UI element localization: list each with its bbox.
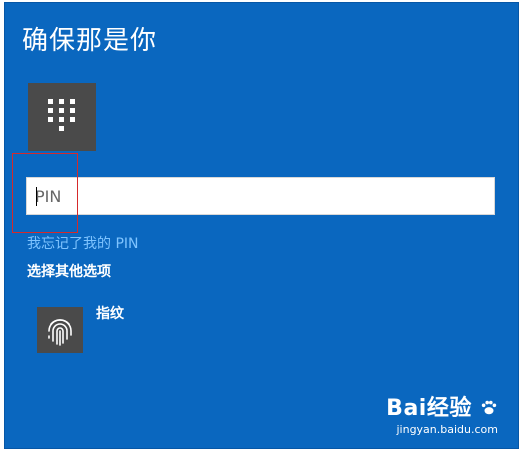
baidu-jingyan-logo: Bai经验 <box>386 390 498 422</box>
dialog-title: 确保那是你 <box>22 26 158 56</box>
baidu-jingyan-url: jingyan.baidu.com <box>396 423 498 436</box>
pin-input[interactable] <box>35 184 475 208</box>
verify-identity-dialog: 确保那是你 我忘记了我的 PIN 选择其他选项 指纹 Bai经验 jingyan… <box>4 2 519 449</box>
other-options-link[interactable]: 选择其他选项 <box>27 261 111 281</box>
baidu-watermark: Bai经验 jingyan.baidu.com <box>386 390 498 436</box>
fingerprint-icon <box>48 319 72 346</box>
keypad-icon <box>48 99 75 131</box>
fingerprint-option-label: 指纹 <box>96 306 124 322</box>
highlight-box <box>12 153 78 233</box>
pin-method-tile[interactable] <box>28 83 96 151</box>
pin-field-container <box>26 177 495 215</box>
forgot-pin-link[interactable]: 我忘记了我的 PIN <box>27 233 139 253</box>
paw-icon <box>481 400 497 415</box>
fingerprint-option-tile[interactable] <box>37 307 83 353</box>
